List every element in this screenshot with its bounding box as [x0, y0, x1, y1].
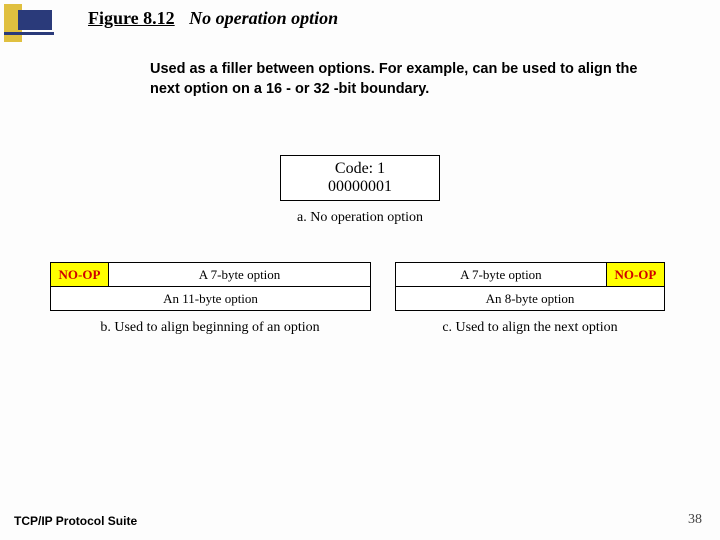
seven-byte-cell: A 7-byte option: [109, 263, 371, 287]
page-number: 38: [688, 512, 702, 528]
slide-corner-decoration: [4, 4, 58, 46]
caption-a: a. No operation option: [280, 210, 440, 226]
figure-title: No operation option: [189, 8, 338, 28]
footer-book-title: TCP/IP Protocol Suite: [14, 514, 137, 528]
code-label: Code: 1: [281, 160, 439, 178]
figure-heading: Figure 8.12 No operation option: [88, 8, 338, 29]
eight-byte-cell: An 8-byte option: [396, 287, 665, 311]
caption-c: c. Used to align the next option: [395, 320, 665, 336]
figure-number: Figure 8.12: [88, 8, 175, 28]
diagram-b: NO-OP A 7-byte option An 11-byte option: [50, 262, 371, 311]
eleven-byte-cell: An 11-byte option: [51, 287, 371, 311]
noop-cell-c: NO-OP: [606, 263, 664, 287]
seven-byte-cell-c: A 7-byte option: [396, 263, 607, 287]
diagram-c: A 7-byte option NO-OP An 8-byte option: [395, 262, 665, 311]
code-binary: 00000001: [281, 178, 439, 196]
noop-cell: NO-OP: [51, 263, 109, 287]
caption-b: b. Used to align beginning of an option: [50, 320, 370, 336]
figure-description: Used as a filler between options. For ex…: [150, 60, 670, 99]
code-box: Code: 1 00000001: [280, 155, 440, 201]
